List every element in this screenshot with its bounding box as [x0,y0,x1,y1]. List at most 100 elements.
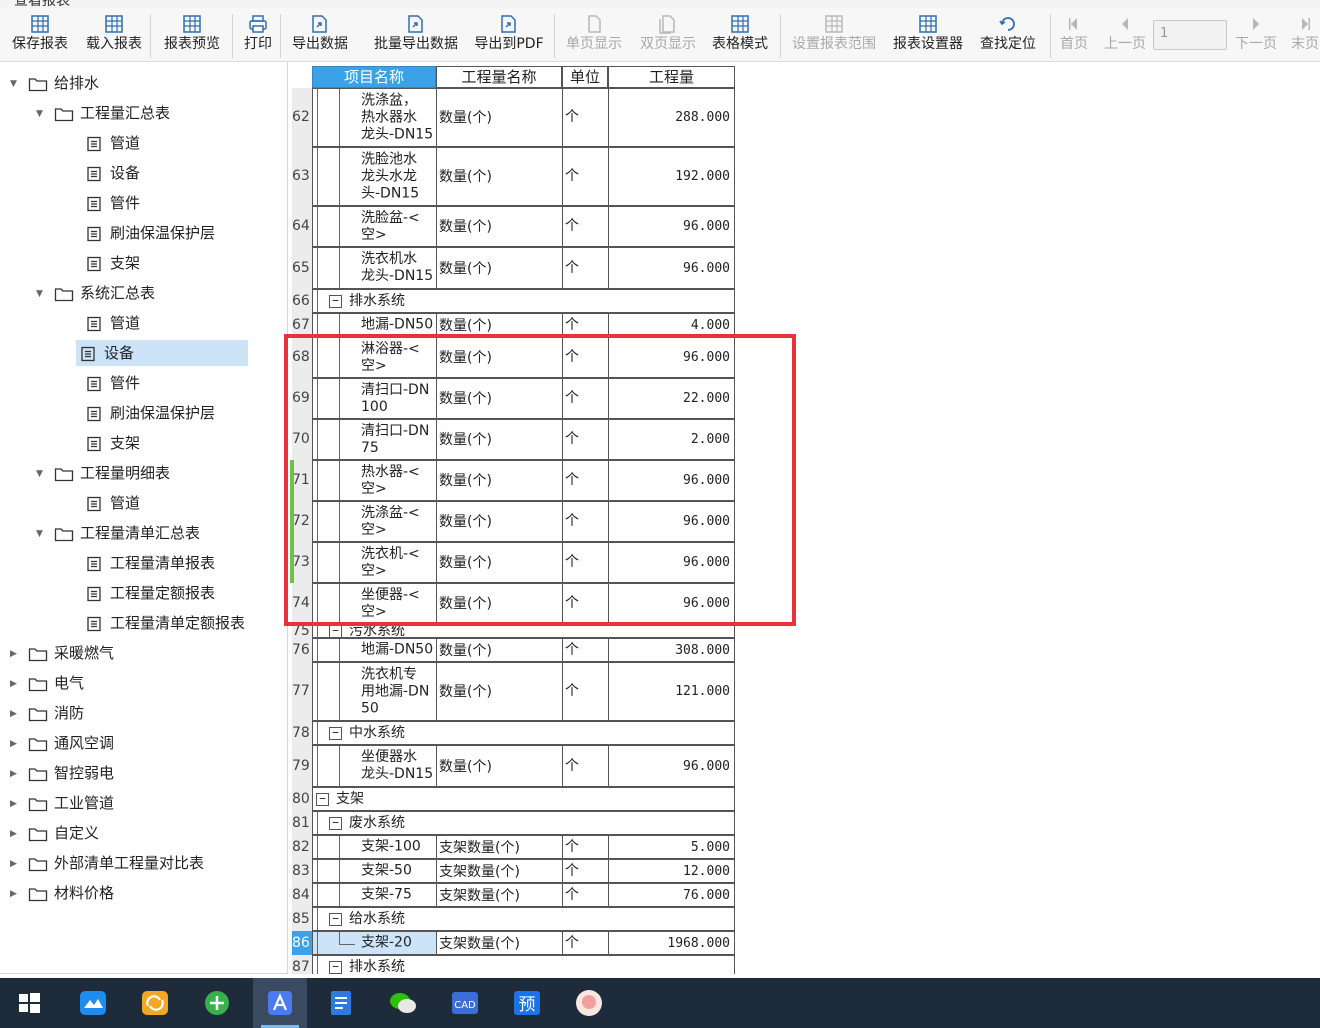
group-row[interactable]: − 支架 [312,787,735,811]
double-page-button[interactable]: 双页显示 [634,8,702,62]
quantity-name-cell[interactable]: 数量(个) [436,147,563,206]
row-number[interactable]: 87 [292,955,312,974]
row-number[interactable]: 62 [292,88,312,147]
tree-report-item[interactable]: 管道 [86,130,140,156]
quantity-name-cell[interactable]: 数量(个) [436,247,563,289]
unit-cell[interactable]: 个 [562,931,609,955]
group-row[interactable]: − 中水系统 [312,721,735,745]
tree-report-item[interactable]: 管道 [86,310,140,336]
quantity-name-cell[interactable]: 支架数量(个) [436,883,563,907]
cad-app-taskbar-button[interactable]: CAD [438,978,492,1028]
unit-cell[interactable]: 个 [562,745,609,787]
row-number[interactable]: 84 [292,883,312,907]
project-name-cell[interactable]: 支架-75 [312,883,437,907]
tree-folder[interactable]: ▶ 采暖燃气 [10,640,114,666]
tree-report-item[interactable]: 刷油保温保护层 [86,400,215,426]
report-settings-button[interactable]: 报表设置器 [888,8,968,62]
row-number[interactable]: 81 [292,811,312,835]
quantity-value-cell[interactable]: 76.000 [608,883,735,907]
tree-folder[interactable]: ▼ 工程量清单汇总表 [36,520,200,546]
header-quantity[interactable]: 工程量 [608,66,735,88]
caret-down-icon[interactable]: ▼ [36,281,48,307]
row-number[interactable]: 76 [292,638,312,662]
tree-folder[interactable]: ▶ 材料价格 [10,880,114,906]
collapse-icon[interactable]: − [329,625,342,637]
tree-report-item[interactable]: 管件 [86,190,140,216]
tree-report-item[interactable]: 工程量定额报表 [86,580,215,606]
row-number[interactable]: 82 [292,835,312,859]
tree-report-item[interactable]: 管件 [86,370,140,396]
caret-down-icon[interactable]: ▼ [36,461,48,487]
row-number[interactable]: 86 [292,931,312,955]
tree-report-item[interactable]: 支架 [86,250,140,276]
tree-report-item[interactable]: 工程量清单定额报表 [86,610,245,636]
sync-app-taskbar-button[interactable] [128,978,182,1028]
tree-folder[interactable]: ▶ 外部清单工程量对比表 [10,850,204,876]
windows-start-taskbar-button[interactable] [2,978,56,1028]
collapse-icon[interactable]: − [329,726,342,740]
quantity-value-cell[interactable]: 96.000 [608,206,735,247]
caret-right-icon[interactable]: ▶ [10,701,22,727]
group-row[interactable]: − 给水系统 [312,907,735,931]
caret-right-icon[interactable]: ▶ [10,821,22,847]
quantity-value-cell[interactable]: 12.000 [608,859,735,883]
project-name-cell[interactable]: 地漏-DN50 [312,638,437,662]
tree-folder[interactable]: ▶ 通风空调 [10,730,114,756]
row-number[interactable]: 80 [292,787,312,811]
quantity-value-cell[interactable]: 308.000 [608,638,735,662]
tree-report-item[interactable]: 支架 [86,430,140,456]
unit-cell[interactable]: 个 [562,206,609,247]
tree-folder[interactable]: ▶ 消防 [10,700,84,726]
next-page-button[interactable]: 下一页 [1230,8,1282,62]
quantity-value-cell[interactable]: 192.000 [608,147,735,206]
tree-folder[interactable]: ▶ 自定义 [10,820,99,846]
unit-cell[interactable]: 个 [562,662,609,721]
quantity-name-cell[interactable]: 支架数量(个) [436,835,563,859]
export-data-button[interactable]: 导出数据 [286,8,354,62]
row-number[interactable]: 65 [292,247,312,289]
collapse-icon[interactable]: − [329,912,342,926]
quantity-value-cell[interactable]: 5.000 [608,835,735,859]
row-number[interactable]: 63 [292,147,312,206]
tree-report-item[interactable]: 设备 [86,160,140,186]
unit-cell[interactable]: 个 [562,883,609,907]
find-locate-button[interactable]: 查找定位 [974,8,1042,62]
print-button[interactable]: 打印 [238,8,278,62]
caret-right-icon[interactable]: ▶ [10,731,22,757]
caret-right-icon[interactable]: ▶ [10,791,22,817]
page-number-input[interactable]: 1 [1153,20,1227,50]
quantity-value-cell[interactable]: 121.000 [608,662,735,721]
tree-folder[interactable]: ▶ 智控弱电 [10,760,114,786]
unit-cell[interactable]: 个 [562,88,609,147]
avatar-app-taskbar-button[interactable] [562,978,616,1028]
header-project-name[interactable]: 项目名称 [312,66,436,88]
collapse-icon[interactable]: − [329,294,342,308]
caret-right-icon[interactable]: ▶ [10,881,22,907]
caret-down-icon[interactable]: ▼ [36,521,48,547]
document-app-taskbar-button[interactable] [314,978,368,1028]
tree-report-item[interactable]: 刷油保温保护层 [86,220,215,246]
quantity-name-cell[interactable]: 支架数量(个) [436,931,563,955]
quantity-name-cell[interactable]: 数量(个) [436,745,563,787]
save-report-button[interactable]: 保存报表 [6,8,74,62]
group-row[interactable]: − 排水系统 [312,289,735,313]
project-name-cell[interactable]: 洗脸盆-< 空> [312,206,437,247]
load-report-button[interactable]: 载入报表 [80,8,148,62]
cloud-app-taskbar-button[interactable] [66,978,120,1028]
quantity-value-cell[interactable]: 96.000 [608,745,735,787]
row-number[interactable]: 66 [292,289,312,313]
collapse-icon[interactable]: − [329,816,342,830]
project-name-cell[interactable]: 洗脸池水 龙头水龙 头-DN15 [312,147,437,206]
caret-down-icon[interactable]: ▼ [36,101,48,127]
quantity-value-cell[interactable]: 96.000 [608,247,735,289]
tree-report-item[interactable]: 管道 [86,490,140,516]
project-name-cell[interactable]: 坐便器水 龙头-DN15 [312,745,437,787]
quantity-name-cell[interactable]: 数量(个) [436,638,563,662]
header-unit[interactable]: 单位 [562,66,608,88]
row-number[interactable]: 64 [292,206,312,247]
browser-taskbar-button[interactable] [190,978,244,1028]
unit-cell[interactable]: 个 [562,638,609,662]
project-name-cell[interactable]: 支架-100 [312,835,437,859]
caret-right-icon[interactable]: ▶ [10,761,22,787]
project-name-cell[interactable]: 支架-50 [312,859,437,883]
